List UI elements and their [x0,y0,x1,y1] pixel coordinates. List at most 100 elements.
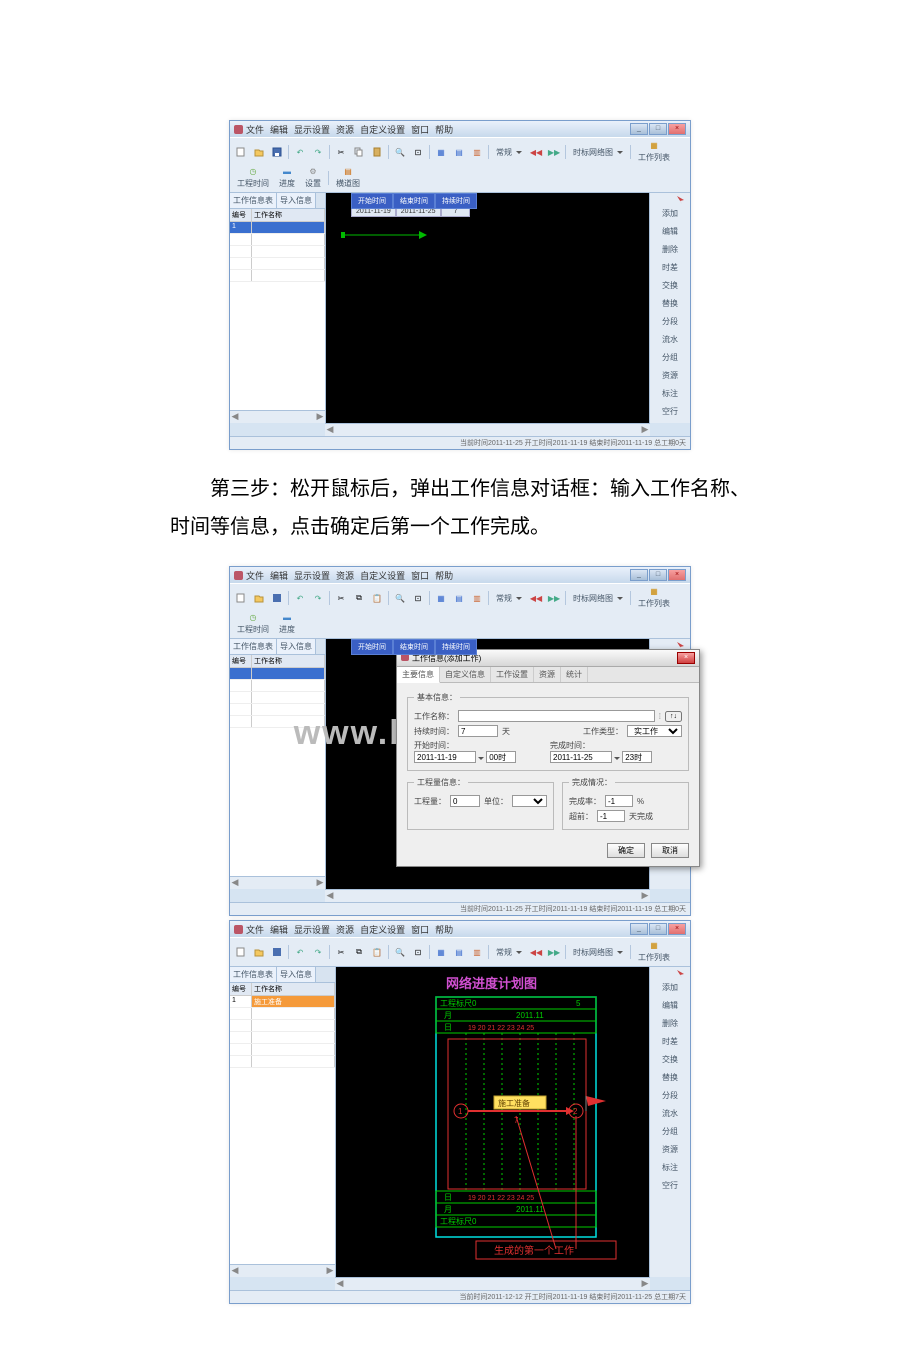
progress-button[interactable]: ▬进度 [275,166,299,190]
worktime-button[interactable]: ◷工程时间 [233,612,273,636]
menu-custom[interactable]: 自定义设置 [360,123,405,136]
max-button[interactable]: □ [649,923,667,935]
zoom-fit-icon[interactable]: ⊡ [410,144,426,160]
input-start-date[interactable] [414,751,476,763]
tab-workinfo[interactable]: 工作信息表 [230,193,277,208]
btn-flow[interactable]: 流水 [650,331,690,349]
btn-delete[interactable]: 删除 [650,241,690,259]
btn-swap[interactable]: 交换 [650,1051,690,1069]
btn-res[interactable]: 资源 [650,367,690,385]
btn-note[interactable]: 标注 [650,1159,690,1177]
btn-float[interactable]: 时差 [650,259,690,277]
save-icon[interactable] [269,144,285,160]
btn-swap[interactable]: 交换 [650,277,690,295]
table-row[interactable] [230,246,325,258]
copy-icon[interactable]: ⧉ [351,590,367,606]
open-icon[interactable] [251,944,267,960]
max-button[interactable]: □ [649,569,667,581]
new-icon[interactable] [233,144,249,160]
arrow-tool-icon[interactable] [650,195,690,205]
undo-icon[interactable]: ↶ [292,590,308,606]
btn-res[interactable]: 资源 [650,1141,690,1159]
tab-stat[interactable]: 统计 [561,667,588,682]
tab-workinfo[interactable]: 工作信息表 [230,967,277,982]
input-qty[interactable] [450,795,480,807]
undo-icon[interactable]: ↶ [292,944,308,960]
close-button[interactable]: × [668,569,686,581]
arrow1-icon[interactable]: ◀◀ [528,590,544,606]
menu-file[interactable]: 文件 [246,923,264,936]
table-row[interactable] [230,1008,335,1020]
redo-icon[interactable]: ↷ [310,590,326,606]
min-button[interactable]: _ [630,569,648,581]
undo-icon[interactable]: ↶ [292,144,308,160]
menu-resource[interactable]: 资源 [336,923,354,936]
reorder-btn[interactable]: ↑↓ [665,711,682,722]
icon-b[interactable]: ▤ [451,590,467,606]
open-icon[interactable] [251,590,267,606]
table-row[interactable] [230,1020,335,1032]
cut-icon[interactable]: ✂ [333,144,349,160]
input-start-time[interactable] [486,751,516,763]
zoom-fit-icon[interactable]: ⊡ [410,944,426,960]
dialog-close-button[interactable]: × [677,652,695,664]
arrow-tool-icon[interactable] [650,969,690,979]
view-dropdown[interactable]: 常规 [492,944,526,960]
table-row[interactable] [230,704,325,716]
net-dropdown[interactable]: 时标网络图 [569,590,627,606]
work-grid[interactable]: 编号 工作名称 1施工准备 [230,983,335,1264]
input-finish-time[interactable] [622,751,652,763]
menu-edit[interactable]: 编辑 [270,123,288,136]
new-icon[interactable] [233,590,249,606]
view-dropdown[interactable]: 常规 [492,590,526,606]
btn-float[interactable]: 时差 [650,1033,690,1051]
tab-custom[interactable]: 自定义信息 [440,667,491,682]
settings-button[interactable]: ⚙设置 [301,166,325,190]
hscroll[interactable]: ◀▶ [230,410,325,423]
icon-b[interactable]: ▤ [451,944,467,960]
work-grid[interactable]: 编号 工作名称 1 [230,209,325,410]
paste-icon[interactable]: 📋 [369,944,385,960]
icon-a[interactable]: ▦ [433,144,449,160]
ok-button[interactable]: 确定 [607,843,645,858]
table-row[interactable] [230,234,325,246]
copy-icon[interactable]: ⧉ [351,944,367,960]
table-row[interactable] [230,1056,335,1068]
table-row[interactable] [230,258,325,270]
menu-file[interactable]: 文件 [246,123,264,136]
menu-edit[interactable]: 编辑 [270,923,288,936]
close-button[interactable]: × [668,123,686,135]
tab-import[interactable]: 导入信息 [277,193,316,208]
menu-help[interactable]: 帮助 [435,923,453,936]
icon-c[interactable]: ▥ [469,590,485,606]
select-unit[interactable] [512,795,547,807]
net-dropdown[interactable]: 时标网络图 [569,144,627,160]
copy-icon[interactable] [351,144,367,160]
table-row[interactable] [230,680,325,692]
tab-settings[interactable]: 工作设置 [491,667,534,682]
zoom-in-icon[interactable]: 🔍 [392,944,408,960]
menu-window[interactable]: 窗口 [411,923,429,936]
net-dropdown[interactable]: 时标网络图 [569,944,627,960]
btn-delete[interactable]: 删除 [650,1015,690,1033]
btn-add[interactable]: 添加 [650,205,690,223]
btn-edit[interactable]: 编辑 [650,223,690,241]
select-type[interactable]: 实工作 [627,725,682,737]
btn-add[interactable]: 添加 [650,979,690,997]
menu-resource[interactable]: 资源 [336,569,354,582]
table-row[interactable] [230,270,325,282]
work-grid[interactable]: 编号 工作名称 [230,655,325,876]
canvas[interactable]: 开始时间 结束时间 持续时间 2011-11-19 2011-11-25 7 [326,193,649,423]
worklist-button[interactable]: ▦工作列表 [634,586,674,610]
table-row[interactable] [230,1032,335,1044]
canvas[interactable]: 网络进度计划图 工程标尺0 5 月 2011.11 日 19 20 21 22 … [336,967,649,1277]
table-row[interactable] [230,716,325,728]
tab-import[interactable]: 导入信息 [277,967,316,982]
menu-window[interactable]: 窗口 [411,569,429,582]
menu-display[interactable]: 显示设置 [294,923,330,936]
canvas[interactable]: 开始时间 结束时间 持续时间 www.bdocx.com 工作信息(添加工作) … [326,639,649,889]
btn-group[interactable]: 分组 [650,1123,690,1141]
menu-custom[interactable]: 自定义设置 [360,569,405,582]
tab-workinfo[interactable]: 工作信息表 [230,639,277,654]
close-button[interactable]: × [668,923,686,935]
